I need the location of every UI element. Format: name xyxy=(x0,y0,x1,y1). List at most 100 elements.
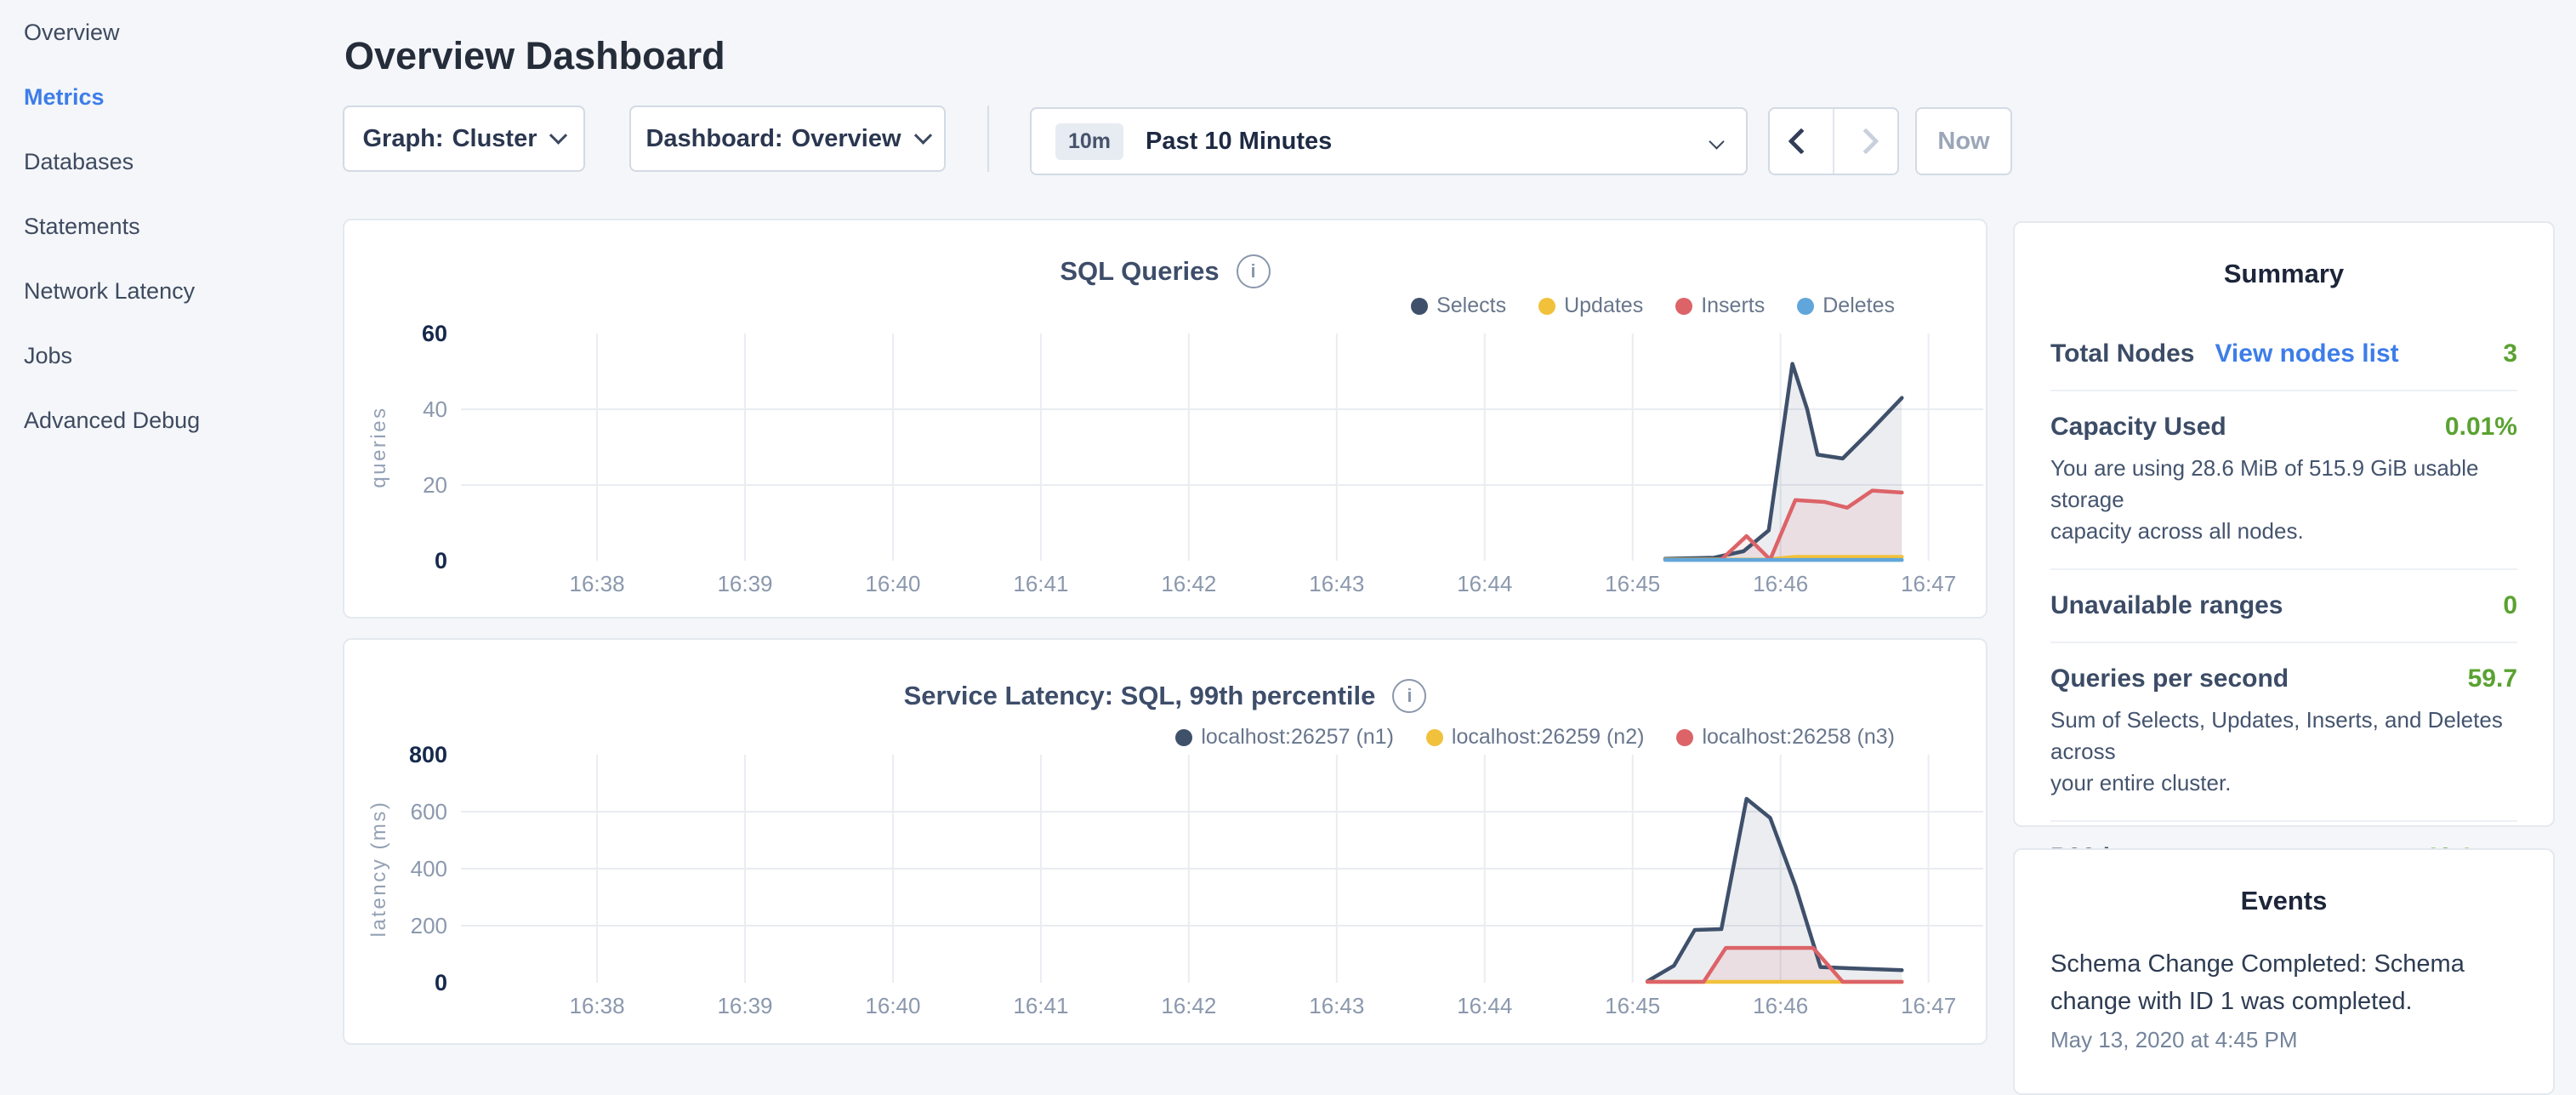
chevron-down-icon xyxy=(549,126,567,144)
legend-dot-icon xyxy=(1675,298,1692,315)
svg-text:400: 400 xyxy=(411,856,447,881)
sidebar-item-metrics[interactable]: Metrics xyxy=(24,65,343,129)
sidebar-item-advanced-debug[interactable]: Advanced Debug xyxy=(24,388,343,453)
summary-row-queries-per-second: Queries per second 59.7 Sum of Selects, … xyxy=(2050,643,2517,822)
svg-text:queries: queries xyxy=(367,406,390,488)
summary-value: 3 xyxy=(2503,339,2517,368)
info-icon[interactable]: i xyxy=(1237,254,1271,288)
summary-value: 0 xyxy=(2503,591,2517,620)
svg-text:16:42: 16:42 xyxy=(1161,993,1216,1018)
summary-row-unavailable-ranges: Unavailable ranges 0 xyxy=(2050,570,2517,643)
events-title: Events xyxy=(2015,886,2553,916)
view-nodes-list-link[interactable]: View nodes list xyxy=(2215,339,2398,368)
legend-label: localhost:26259 (n2) xyxy=(1452,725,1645,750)
svg-text:latency (ms): latency (ms) xyxy=(367,801,390,938)
sidebar-item-jobs[interactable]: Jobs xyxy=(24,323,343,388)
chart-header: Service Latency: SQL, 99th percentile i xyxy=(344,679,1986,713)
svg-text:60: 60 xyxy=(422,321,447,346)
time-range-badge: 10m xyxy=(1055,123,1123,160)
legend-item: Inserts xyxy=(1675,294,1765,318)
now-button[interactable]: Now xyxy=(1915,107,2012,175)
chevron-down-icon xyxy=(1709,134,1724,149)
svg-text:16:42: 16:42 xyxy=(1161,571,1216,596)
chevron-left-icon xyxy=(1788,128,1814,154)
event-item[interactable]: Schema Change Completed: Schema change w… xyxy=(2050,945,2517,1053)
legend-label: Selects xyxy=(1436,294,1506,318)
legend-item: localhost:26258 (n3) xyxy=(1676,725,1895,750)
graph-dropdown-text: Graph:Cluster xyxy=(363,125,537,153)
sidebar-item-statements[interactable]: Statements xyxy=(24,194,343,259)
svg-text:0: 0 xyxy=(435,548,447,573)
svg-text:16:43: 16:43 xyxy=(1309,571,1364,596)
svg-text:20: 20 xyxy=(423,472,447,498)
legend-label: Inserts xyxy=(1701,294,1765,318)
chart-title: SQL Queries xyxy=(1060,256,1219,287)
legend-dot-icon xyxy=(1411,298,1428,315)
prev-time-button[interactable] xyxy=(1770,109,1833,174)
summary-panel: Summary Total Nodes View nodes list 3 Ca… xyxy=(2013,221,2555,827)
legend-item: localhost:26257 (n1) xyxy=(1175,725,1394,750)
legend-item: Deletes xyxy=(1797,294,1895,318)
summary-label: Capacity Used xyxy=(2050,413,2226,442)
page-title: Overview Dashboard xyxy=(344,34,725,78)
svg-text:16:45: 16:45 xyxy=(1605,993,1660,1018)
events-list: Schema Change Completed: Schema change w… xyxy=(2050,945,2517,1053)
chart-legend: Selects Updates Inserts Deletes xyxy=(1411,294,1895,318)
legend-dot-icon xyxy=(1426,729,1443,746)
dashboard-dropdown-text: Dashboard:Overview xyxy=(645,125,901,153)
chart-legend: localhost:26257 (n1) localhost:26259 (n2)… xyxy=(1175,725,1895,750)
summary-value: 0.01% xyxy=(2445,413,2517,442)
legend-dot-icon xyxy=(1797,298,1814,315)
time-range-dropdown[interactable]: 10m Past 10 Minutes xyxy=(1030,107,1748,175)
legend-item: Updates xyxy=(1538,294,1643,318)
svg-text:16:43: 16:43 xyxy=(1309,993,1364,1018)
svg-text:16:39: 16:39 xyxy=(717,571,772,596)
sidebar-item-databases[interactable]: Databases xyxy=(24,129,343,194)
dashboard-dropdown[interactable]: Dashboard:Overview xyxy=(629,106,946,172)
svg-text:16:41: 16:41 xyxy=(1013,571,1068,596)
svg-text:16:44: 16:44 xyxy=(1457,993,1512,1018)
legend-dot-icon xyxy=(1538,298,1555,315)
summary-label: Unavailable ranges xyxy=(2050,591,2283,620)
legend-item: localhost:26259 (n2) xyxy=(1426,725,1645,750)
svg-text:800: 800 xyxy=(409,742,447,767)
graph-dropdown[interactable]: Graph:Cluster xyxy=(343,106,585,172)
chevron-right-icon xyxy=(1852,128,1879,154)
svg-text:16:40: 16:40 xyxy=(865,571,920,596)
svg-text:16:38: 16:38 xyxy=(569,993,624,1018)
summary-value: 59.7 xyxy=(2468,664,2517,693)
svg-text:16:46: 16:46 xyxy=(1753,571,1808,596)
sidebar: Overview Metrics Databases Statements Ne… xyxy=(0,0,343,453)
summary-rows: Total Nodes View nodes list 3 Capacity U… xyxy=(2050,318,2517,893)
legend-dot-icon xyxy=(1676,729,1693,746)
legend-label: localhost:26257 (n1) xyxy=(1201,725,1394,750)
next-time-button[interactable] xyxy=(1833,109,1897,174)
svg-text:0: 0 xyxy=(435,970,447,995)
svg-text:16:40: 16:40 xyxy=(865,993,920,1018)
svg-text:16:41: 16:41 xyxy=(1013,993,1068,1018)
summary-row-total-nodes: Total Nodes View nodes list 3 xyxy=(2050,318,2517,391)
svg-text:600: 600 xyxy=(411,799,447,824)
legend-label: localhost:26258 (n3) xyxy=(1702,725,1895,750)
svg-text:16:38: 16:38 xyxy=(569,571,624,596)
event-message: Schema Change Completed: Schema change w… xyxy=(2050,945,2517,1020)
sidebar-item-overview[interactable]: Overview xyxy=(24,0,343,65)
svg-text:40: 40 xyxy=(423,396,447,422)
event-timestamp: May 13, 2020 at 4:45 PM xyxy=(2050,1027,2517,1053)
summary-description: You are using 28.6 MiB of 515.9 GiB usab… xyxy=(2050,453,2517,547)
legend-label: Updates xyxy=(1564,294,1643,318)
svg-text:16:47: 16:47 xyxy=(1901,993,1956,1018)
svg-text:16:47: 16:47 xyxy=(1901,571,1956,596)
svg-text:16:45: 16:45 xyxy=(1605,571,1660,596)
summary-label: Queries per second xyxy=(2050,664,2289,693)
chart-header: SQL Queries i xyxy=(344,254,1986,288)
legend-dot-icon xyxy=(1175,729,1192,746)
chart-title: Service Latency: SQL, 99th percentile xyxy=(904,681,1376,711)
time-pager xyxy=(1768,107,1899,175)
info-icon[interactable]: i xyxy=(1392,679,1426,713)
chevron-down-icon xyxy=(913,126,931,144)
service-latency-chart-card: 020040060080016:3816:3916:4016:4116:4216… xyxy=(343,638,1987,1045)
sidebar-item-network-latency[interactable]: Network Latency xyxy=(24,259,343,323)
legend-label: Deletes xyxy=(1823,294,1895,318)
legend-item: Selects xyxy=(1411,294,1506,318)
